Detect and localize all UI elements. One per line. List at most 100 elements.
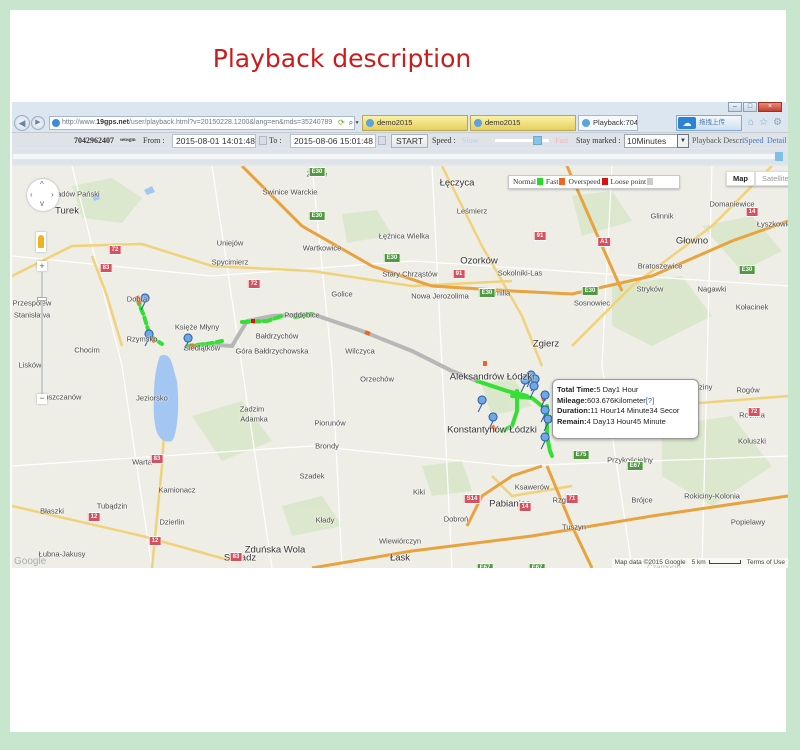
address-bar[interactable]: http://www.19gps.net/user/playback.html?…: [49, 116, 355, 130]
legend-swatch-fast: [559, 178, 566, 185]
navigation-bar: ◀ ▶ http://www.19gps.net/user/playback.h…: [12, 114, 788, 132]
map-type-control: Map Satellite: [726, 171, 788, 186]
place-label: Zadzim: [239, 404, 265, 414]
place-label: Piorunów: [314, 418, 346, 428]
place-label: Dobra: [126, 294, 148, 304]
terms-link[interactable]: Terms of Use: [747, 558, 785, 568]
place-label: Brójce: [631, 495, 653, 505]
start-button[interactable]: START: [391, 134, 428, 148]
from-calendar-icon[interactable]: [259, 136, 267, 145]
pan-right-icon[interactable]: ›: [51, 190, 54, 199]
zoom-slider-rail[interactable]: [41, 272, 43, 394]
road-shield: 91: [533, 231, 547, 241]
search-icon[interactable]: ⌕ ▾: [349, 116, 359, 130]
to-datetime-input[interactable]: 2015-08-06 15:01:48: [290, 134, 376, 148]
place-label: Nowa Jerozolima: [411, 291, 469, 301]
google-logo[interactable]: Google: [14, 556, 46, 567]
road-shield: 72: [247, 279, 261, 289]
playback-progress-thumb[interactable]: [775, 152, 783, 161]
place-label: Głowno: [675, 235, 709, 247]
scale-bar: 5 km: [692, 558, 741, 568]
url-prefix: http://www.: [62, 119, 97, 126]
place-label: Stanisława: [13, 310, 51, 320]
detail-link[interactable]: Detail: [767, 133, 787, 148]
place-label: Góra Bałdrzychowska: [235, 346, 309, 356]
place-label: Dzierlin: [159, 517, 185, 527]
title-bar: – □ ×: [12, 102, 788, 114]
place-label: Kiki: [412, 487, 426, 497]
street-view-pegman-icon[interactable]: [36, 232, 46, 252]
tab-demo2015-1[interactable]: demo2015: [362, 115, 468, 131]
route-legend: Normal Fast Overspeed Loose point: [508, 175, 680, 189]
place-label: Koluszki: [738, 436, 766, 446]
minimize-button[interactable]: –: [728, 102, 742, 112]
device-suffix: sensgm: [120, 138, 136, 143]
upload-extension-button[interactable]: ☁ 拖拽上传: [676, 115, 742, 131]
speed-slider[interactable]: [494, 136, 550, 145]
place-label: Sosnowiec: [573, 298, 611, 308]
to-calendar-icon[interactable]: [378, 136, 386, 145]
playback-progress-bar[interactable]: [12, 152, 784, 161]
place-label: Siedlątków: [183, 343, 221, 353]
legend-item-fast: Fast: [546, 176, 566, 188]
regional-roads: [12, 166, 788, 568]
map-type-satellite-button[interactable]: Satellite: [755, 171, 788, 186]
map-canvas: [12, 166, 788, 568]
place-label: Poddębice: [284, 310, 320, 320]
tab-playback[interactable]: Playback:7042: [578, 115, 638, 131]
maximize-button[interactable]: □: [743, 102, 757, 112]
from-datetime-input[interactable]: 2015-08-01 14:01:48: [172, 134, 256, 148]
forward-arrow-icon: ▶: [35, 119, 41, 126]
place-label: Jeziorsko: [136, 393, 168, 403]
pan-left-icon[interactable]: ‹: [30, 190, 33, 199]
pan-up-icon[interactable]: ^: [40, 180, 44, 189]
place-label: Wartkowice: [302, 243, 342, 253]
tab-demo2015-2[interactable]: demo2015: [470, 115, 576, 131]
tab-strip: demo2015 demo2015 Playback:7042: [362, 115, 638, 131]
place-label: Błaszki: [40, 506, 64, 516]
legend-item-loose-point: Loose point: [611, 176, 654, 188]
browser-window: – □ × ◀ ▶ http://www.19gps.net/user/play…: [12, 102, 788, 568]
road-shield: E75: [572, 450, 590, 460]
fast-mark: [364, 330, 371, 336]
place-label: Ksawerów: [514, 482, 550, 492]
dropdown-arrow-icon[interactable]: ▼: [677, 134, 689, 148]
star-icon[interactable]: ☆: [759, 117, 768, 128]
trip-summary-info-window: Total Time:5 Day1 Hour Mileage:603.676Ki…: [552, 379, 699, 439]
forward-button[interactable]: ▶: [31, 116, 45, 130]
speed-link[interactable]: Speed: [744, 133, 766, 148]
mileage-help-link[interactable]: [?]: [646, 396, 654, 405]
home-icon[interactable]: ⌂: [748, 117, 754, 128]
road-shield: E30: [581, 286, 599, 296]
stay-marked-select[interactable]: 10Minutes ▼: [624, 134, 689, 148]
zoom-slider-handle[interactable]: [37, 297, 47, 301]
close-button[interactable]: ×: [758, 102, 782, 112]
pan-down-icon[interactable]: v: [40, 199, 44, 208]
place-label: Stary Chrząstów: [382, 269, 438, 279]
map-type-map-button[interactable]: Map: [726, 171, 755, 186]
place-label: Adamka: [240, 414, 268, 424]
pan-control[interactable]: ^ ‹ › v: [27, 179, 59, 211]
url-path: /user/playback.html?v=20150228.1200&lang…: [128, 119, 333, 126]
duration-row: Duration:11 Hour14 Minute34 Secor: [557, 406, 680, 415]
pond: [144, 186, 155, 195]
compatibility-icon[interactable]: ⟳: [338, 116, 345, 130]
place-label: Warta: [132, 457, 152, 467]
back-button[interactable]: ◀: [14, 115, 30, 131]
map-data-text[interactable]: Map data ©2015 Google: [615, 558, 686, 568]
place-label: Łęczyca: [439, 177, 475, 189]
map-view[interactable]: Szadów PańskiTurekUniejówSpycimierzZimne…: [12, 166, 788, 568]
place-label: Popielawy: [730, 517, 766, 527]
road-shield: 71: [565, 494, 579, 504]
zoom-in-button[interactable]: +: [37, 261, 47, 271]
gear-icon[interactable]: ⚙: [773, 117, 782, 128]
place-label: Tuszyn: [562, 522, 586, 532]
speed-slider-thumb[interactable]: [532, 136, 542, 145]
road-shield: 83: [150, 454, 164, 464]
place-label: Spycimierz: [211, 257, 249, 267]
place-label: Ozorków: [460, 255, 498, 267]
window-controls: – □ ×: [728, 102, 782, 112]
place-label: Zgierz: [532, 338, 560, 350]
zoom-out-button[interactable]: −: [37, 394, 47, 404]
place-label: Glinnik: [650, 211, 674, 221]
